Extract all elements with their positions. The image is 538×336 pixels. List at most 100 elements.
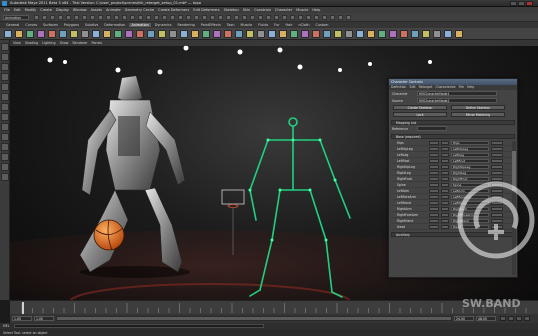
status-tool-icon[interactable] [306, 15, 311, 20]
status-tool-icon[interactable] [314, 15, 319, 20]
mapping-lock-button[interactable] [441, 183, 449, 187]
shelf-tool-icon[interactable] [125, 30, 133, 38]
toolbox-tool-icon[interactable] [1, 63, 9, 71]
status-tool-icon[interactable] [122, 15, 127, 20]
status-tool-icon[interactable] [74, 15, 79, 20]
menu-create-deformers[interactable]: Create Deformers [158, 8, 189, 12]
status-tool-icon[interactable] [202, 15, 207, 20]
shelf-tool-icon[interactable] [422, 30, 430, 38]
shelf-tool-icon[interactable] [455, 30, 463, 38]
status-tool-icon[interactable] [138, 15, 143, 20]
shelf-tool-icon[interactable] [136, 30, 144, 38]
mapping-pick-button[interactable] [491, 141, 503, 145]
shelf-tool-icon[interactable] [191, 30, 199, 38]
status-tool-icon[interactable] [42, 15, 47, 20]
end-time-field[interactable]: 48.00 [476, 316, 496, 321]
mapping-lock-button[interactable] [441, 189, 449, 193]
shelf-tool-icon[interactable] [70, 30, 78, 38]
panel-tab-characterize[interactable]: Characterize [435, 85, 455, 90]
mapping-assign-button[interactable] [429, 189, 439, 193]
shelf-tool-icon[interactable] [444, 30, 452, 38]
panel-tab-definition[interactable]: Definition [391, 85, 406, 90]
mapping-lock-button[interactable] [441, 225, 449, 229]
status-tool-icon[interactable] [346, 15, 351, 20]
shelf-tool-icon[interactable] [92, 30, 100, 38]
toolbox-tool-icon[interactable] [1, 163, 9, 171]
step-forward-button[interactable] [516, 316, 522, 321]
mapping-assign-button[interactable] [429, 153, 439, 157]
range-start-field[interactable]: 1.00 [34, 316, 54, 321]
menu-edit[interactable]: Edit [14, 8, 21, 12]
mapping-pick-button[interactable] [491, 153, 503, 157]
shelf-tool-icon[interactable] [345, 30, 353, 38]
status-tool-icon[interactable] [50, 15, 55, 20]
status-tool-icon[interactable] [186, 15, 191, 20]
key-button[interactable] [524, 316, 530, 321]
mapping-bone-field[interactable]: RightLeg [451, 171, 489, 175]
status-tool-icon[interactable] [250, 15, 255, 20]
status-tool-icon[interactable] [170, 15, 175, 20]
status-tool-icon[interactable] [242, 15, 247, 20]
range-end-field[interactable]: 24.00 [454, 316, 474, 321]
status-tool-icon[interactable] [226, 15, 231, 20]
shelf-tab-rendering[interactable]: Rendering [175, 23, 196, 27]
status-tool-icon[interactable] [58, 15, 63, 20]
mapping-lock-button[interactable] [441, 201, 449, 205]
viewport-menu-lighting[interactable]: Lighting [42, 41, 55, 45]
status-tool-icon[interactable] [90, 15, 95, 20]
panel-tab-retarget[interactable]: Retarget [419, 85, 433, 90]
mapping-lock-button[interactable] [441, 207, 449, 211]
mapping-assign-button[interactable] [429, 177, 439, 181]
status-tool-icon[interactable] [114, 15, 119, 20]
status-tool-icon[interactable] [330, 15, 335, 20]
source-dropdown[interactable]: HIKCharacterNode2 [417, 98, 497, 103]
shelf-tool-icon[interactable] [114, 30, 122, 38]
menu-muscle[interactable]: Muscle [296, 8, 308, 12]
toolbox-tool-icon[interactable] [1, 103, 9, 111]
menu-help[interactable]: Help [312, 8, 320, 12]
shelf-tab-toon[interactable]: Toon [225, 23, 237, 27]
status-tool-icon[interactable] [34, 15, 39, 20]
status-tool-icon[interactable] [258, 15, 263, 20]
mapping-assign-button[interactable] [429, 225, 439, 229]
shelf-tool-icon[interactable] [169, 30, 177, 38]
shelf-tool-icon[interactable] [48, 30, 56, 38]
mapping-assign-button[interactable] [429, 147, 439, 151]
shelf-tool-icon[interactable] [180, 30, 188, 38]
mapping-lock-button[interactable] [441, 195, 449, 199]
menu-geometry-cache[interactable]: Geometry Cache [125, 8, 154, 12]
shelf-tool-icon[interactable] [400, 30, 408, 38]
shelf-tab-fur[interactable]: Fur [272, 23, 281, 27]
viewport-menu-renderer[interactable]: Renderer [72, 41, 87, 45]
shelf-tool-icon[interactable] [158, 30, 166, 38]
mapping-lock-button[interactable] [441, 141, 449, 145]
toolbox-tool-icon[interactable] [1, 93, 9, 101]
mapping-pick-button[interactable] [491, 171, 503, 175]
shelf-tool-icon[interactable] [334, 30, 342, 38]
shelf-tab-hair[interactable]: Hair [283, 23, 294, 27]
mapping-pick-button[interactable] [491, 147, 503, 151]
shelf-tool-icon[interactable] [279, 30, 287, 38]
mapping-lock-button[interactable] [441, 147, 449, 151]
status-tool-icon[interactable] [282, 15, 287, 20]
menu-file[interactable]: File [4, 8, 10, 12]
start-time-field[interactable]: 1.00 [12, 316, 32, 321]
menu-animate[interactable]: Animate [106, 8, 121, 12]
shelf-tab-ncloth[interactable]: nCloth [296, 23, 311, 27]
define-skeleton-button[interactable]: Define Skeleton [451, 105, 505, 110]
panel-tab-edit[interactable]: Edit [409, 85, 415, 90]
toolbox-tool-icon[interactable] [1, 53, 9, 61]
shelf-tool-icon[interactable] [312, 30, 320, 38]
mapping-assign-button[interactable] [429, 183, 439, 187]
mapping-assign-button[interactable] [429, 219, 439, 223]
status-tool-icon[interactable] [298, 15, 303, 20]
status-tool-icon[interactable] [290, 15, 295, 20]
mapping-assign-button[interactable] [429, 165, 439, 169]
viewport-menu-view[interactable]: View [13, 41, 21, 45]
menu-skeleton[interactable]: Skeleton [224, 8, 239, 12]
shelf-tab-custom[interactable]: Custom [313, 23, 330, 27]
status-tool-icon[interactable] [274, 15, 279, 20]
mapping-bone-field[interactable]: LeftUpLeg [451, 147, 489, 151]
shelf-tool-icon[interactable] [235, 30, 243, 38]
mapping-assign-button[interactable] [429, 195, 439, 199]
